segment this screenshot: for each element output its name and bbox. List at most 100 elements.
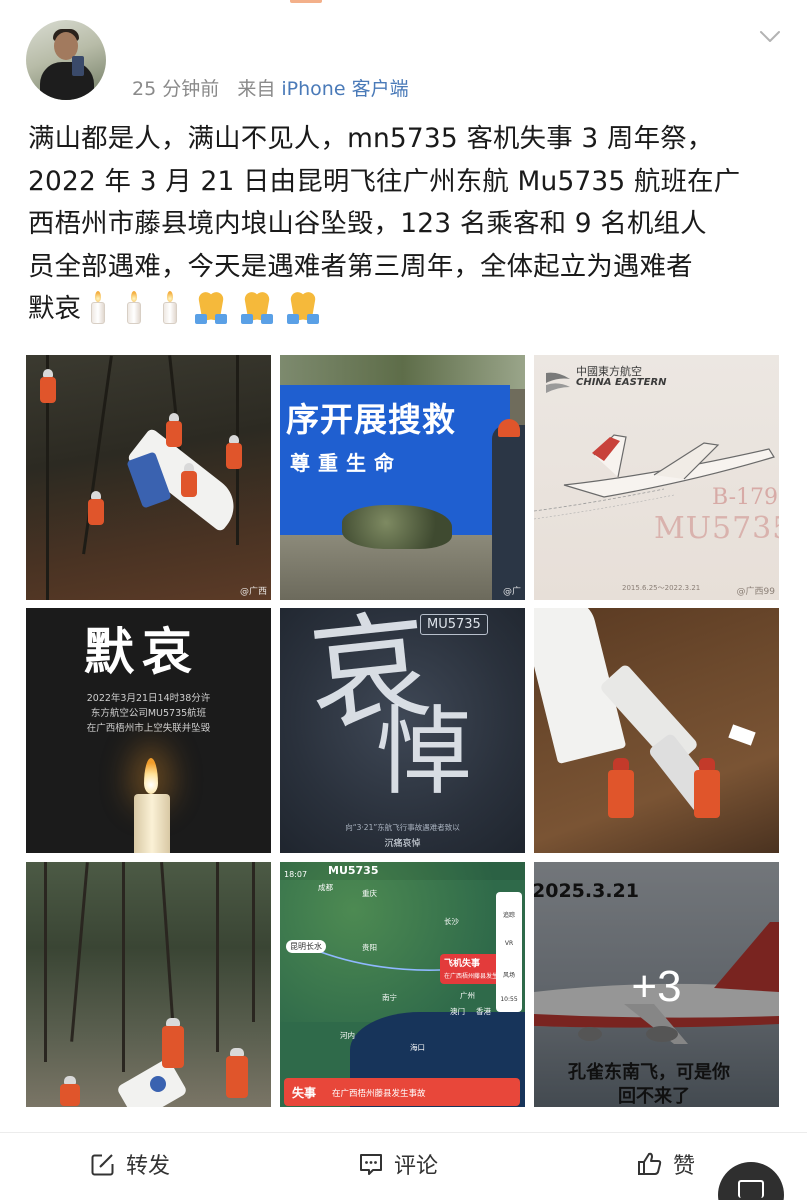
rescuer: [226, 435, 242, 469]
banner-text-1: 序开展搜救: [286, 400, 456, 439]
tree-trunk: [44, 862, 47, 1062]
tree-trunk: [70, 862, 89, 1042]
emoji-row: [85, 290, 321, 324]
thumbs-up-icon: [638, 1152, 662, 1175]
image-mourning-candle[interactable]: 默哀 2022年3月21日14时38分许 东方航空公司MU5735航班 在广西梧…: [26, 608, 271, 853]
image-sketch-plane[interactable]: 中國東方航空 CHINA EASTERN B-179 MU5735 2015.6…: [534, 355, 779, 600]
airline-name-en: CHINA EASTERN: [576, 377, 667, 388]
rescuer: [60, 1076, 80, 1106]
post-line: 员全部遇难，今天是遇难者第三周年，全体起立为遇难者: [28, 250, 693, 282]
tree-trunk: [160, 862, 175, 1032]
dates-text: 2015.6.25～2022.3.21: [622, 584, 701, 592]
avatar-body: [40, 62, 94, 100]
candle-emoji: [85, 290, 111, 324]
praying-hands-emoji: [239, 290, 275, 324]
candle: [134, 794, 170, 853]
watermark: @广西99: [736, 587, 775, 597]
comment-button[interactable]: 评论: [358, 1147, 438, 1181]
rescuer: [166, 413, 182, 447]
candle-emoji: [121, 290, 147, 324]
rescuer: [226, 1048, 248, 1098]
tree-trunk: [122, 862, 125, 1072]
candle-flame: [144, 758, 158, 794]
image-plane-more[interactable]: 2025.3.21 孔雀东南飞，可是你 回不来了 +3: [534, 862, 779, 1107]
rescuer: [608, 758, 634, 818]
map-city: 澳门: [450, 1007, 465, 1016]
debris-piece: [728, 724, 756, 746]
image-grid: @广西 序开展搜救 尊重生命 @广 中國東方航空 CHINA EASTERN B…: [26, 355, 780, 1107]
like-label: 赞: [673, 1154, 696, 1179]
watermark: @广西: [239, 587, 267, 597]
image-calligraphy[interactable]: MU5735 哀 悼 向“3·21”东航飞行事故遇难者致以 沉痛哀悼: [280, 608, 525, 853]
floating-action-button[interactable]: [718, 1162, 784, 1200]
repost-button[interactable]: 转发: [90, 1147, 170, 1181]
praying-hands-emoji: [285, 290, 321, 324]
image-rescue-forest[interactable]: @广西: [26, 355, 271, 600]
candle-emoji: [157, 290, 183, 324]
flight-tag: MU5735: [420, 614, 488, 635]
rescuer: [88, 491, 104, 525]
post-source[interactable]: iPhone 客户端: [281, 78, 408, 100]
mourning-title: 默哀: [84, 622, 200, 681]
side-tool-label: 风场: [502, 972, 515, 979]
watermark: @广: [502, 587, 521, 597]
mourning-line: 东方航空公司MU5735航班: [90, 708, 207, 719]
post-meta: 25 分钟前 来自 iPhone 客户端: [132, 74, 409, 101]
bottom-text: 在广西梧州藤县发生事故: [332, 1089, 426, 1099]
registration-text: B-179: [712, 485, 778, 510]
comment-label: 评论: [394, 1154, 439, 1179]
flight-number-text: MU5735: [654, 511, 779, 546]
status-time: 18:07: [284, 870, 308, 879]
avatar-phone: [72, 56, 84, 76]
wreckage: [342, 505, 452, 549]
image-search-banner[interactable]: 序开展搜救 尊重生命 @广: [280, 355, 525, 600]
map-side-tools: 追踪 VR 风场 10:55: [496, 892, 522, 1012]
rescuer: [40, 369, 56, 403]
mourning-line: 在广西梧州市上空失联并坠毁: [86, 723, 211, 734]
map-city: 成都: [318, 883, 333, 892]
side-tool-label: 10:55: [500, 996, 518, 1003]
map-city: 香港: [476, 1007, 491, 1016]
rescuer: [162, 1018, 184, 1068]
bottom-label: 失事: [292, 1086, 317, 1100]
banner-text-2: 尊重生命: [290, 451, 402, 475]
map-bottom-bar: 失事 在广西梧州藤县发生事故: [284, 1078, 520, 1106]
map-city: 南宁: [382, 993, 397, 1002]
avatar[interactable]: [26, 20, 106, 100]
rescuer-helmet: [498, 419, 520, 437]
side-tool-label: 追踪: [502, 912, 515, 919]
post-text: 满山都是人，满山不见人，mn5735 客机失事 3 周年祭， 2022 年 3 …: [28, 118, 783, 331]
side-tool-label: VR: [504, 940, 514, 947]
repost-label: 转发: [126, 1154, 171, 1179]
post-line: 默哀: [28, 293, 82, 324]
image-wreck-rescuers[interactable]: [534, 608, 779, 853]
treeline: [280, 355, 525, 389]
origin-airport-label: 昆明长水: [286, 940, 326, 953]
mourning-line: 2022年3月21日14时38分许: [86, 693, 211, 704]
divider: [0, 1132, 807, 1133]
map-topbar: [280, 862, 525, 880]
map-city: 河内: [340, 1031, 355, 1040]
rescuer: [181, 463, 197, 497]
image-forest-search[interactable]: [26, 862, 271, 1107]
post-time: 25 分钟前: [132, 78, 220, 100]
calligraphy-char: 悼: [376, 696, 472, 808]
top-indicator: [290, 0, 322, 3]
alert-title: 飞机失事: [444, 959, 481, 969]
post-from: 来自: [237, 78, 276, 100]
post-line: 满山都是人，满山不见人，mn5735 客机失事 3 周年祭，: [28, 123, 714, 154]
post-line: 西梧州市藤县境内埌山谷坠毁，123 名乘客和 9 名机组人: [28, 208, 707, 239]
caption: 沉痛哀悼: [384, 839, 421, 849]
repost-icon: [91, 1152, 116, 1176]
image-flight-map[interactable]: 18:07 MU5735 成都 重庆 贵阳 长沙 南宁 广州 澳门 香港 河内 …: [280, 862, 525, 1107]
like-button[interactable]: 赞: [637, 1147, 695, 1181]
post-line: 2022 年 3 月 21 日由昆明飞往广州东航 Mu5735 航班在广: [28, 165, 741, 197]
chevron-down-icon[interactable]: [759, 30, 781, 44]
tree-trunk: [216, 862, 219, 1052]
tail-logo: [150, 1076, 166, 1092]
post-line-last: 默哀: [28, 288, 783, 331]
rescuer: [694, 758, 720, 818]
box-icon: [738, 1180, 764, 1198]
map-city: 海口: [410, 1043, 425, 1052]
map-flight-number: MU5735: [328, 864, 379, 877]
